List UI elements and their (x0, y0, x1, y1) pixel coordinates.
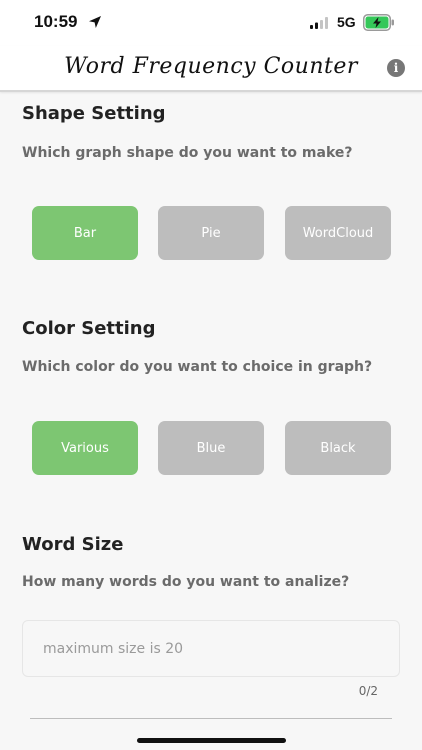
network-label: 5G (337, 14, 356, 30)
shape-setting-question: Which graph shape do you want to make? (22, 145, 353, 161)
battery-charging-icon (363, 14, 394, 31)
word-size-input[interactable] (22, 620, 400, 677)
info-icon[interactable]: i (387, 59, 405, 77)
word-size-title: Word Size (22, 534, 124, 555)
location-arrow-icon (89, 16, 101, 28)
signal-icon (310, 17, 328, 29)
shape-pie-button[interactable]: Pie (158, 206, 264, 260)
status-time: 10:59 (34, 12, 78, 31)
color-setting-question: Which color do you want to choice in gra… (22, 359, 373, 375)
color-setting-title: Color Setting (22, 318, 156, 339)
shape-wordcloud-button[interactable]: WordCloud (285, 206, 391, 260)
divider (30, 718, 392, 719)
shape-setting-title: Shape Setting (22, 103, 166, 124)
word-size-question: How many words do you want to analize? (22, 574, 350, 590)
app-screen: 10:59 5G Word Frequency Counter i Shape … (0, 0, 422, 750)
shape-bar-button[interactable]: Bar (32, 206, 138, 260)
status-bar: 10:59 5G (0, 0, 422, 46)
color-various-button[interactable]: Various (32, 421, 138, 475)
color-black-button[interactable]: Black (285, 421, 391, 475)
char-counter: 0/2 (358, 684, 378, 698)
color-blue-button[interactable]: Blue (158, 421, 264, 475)
home-indicator (137, 738, 286, 743)
nav-title: Word Frequency Counter (64, 54, 358, 79)
nav-bar: Word Frequency Counter i (0, 46, 422, 92)
